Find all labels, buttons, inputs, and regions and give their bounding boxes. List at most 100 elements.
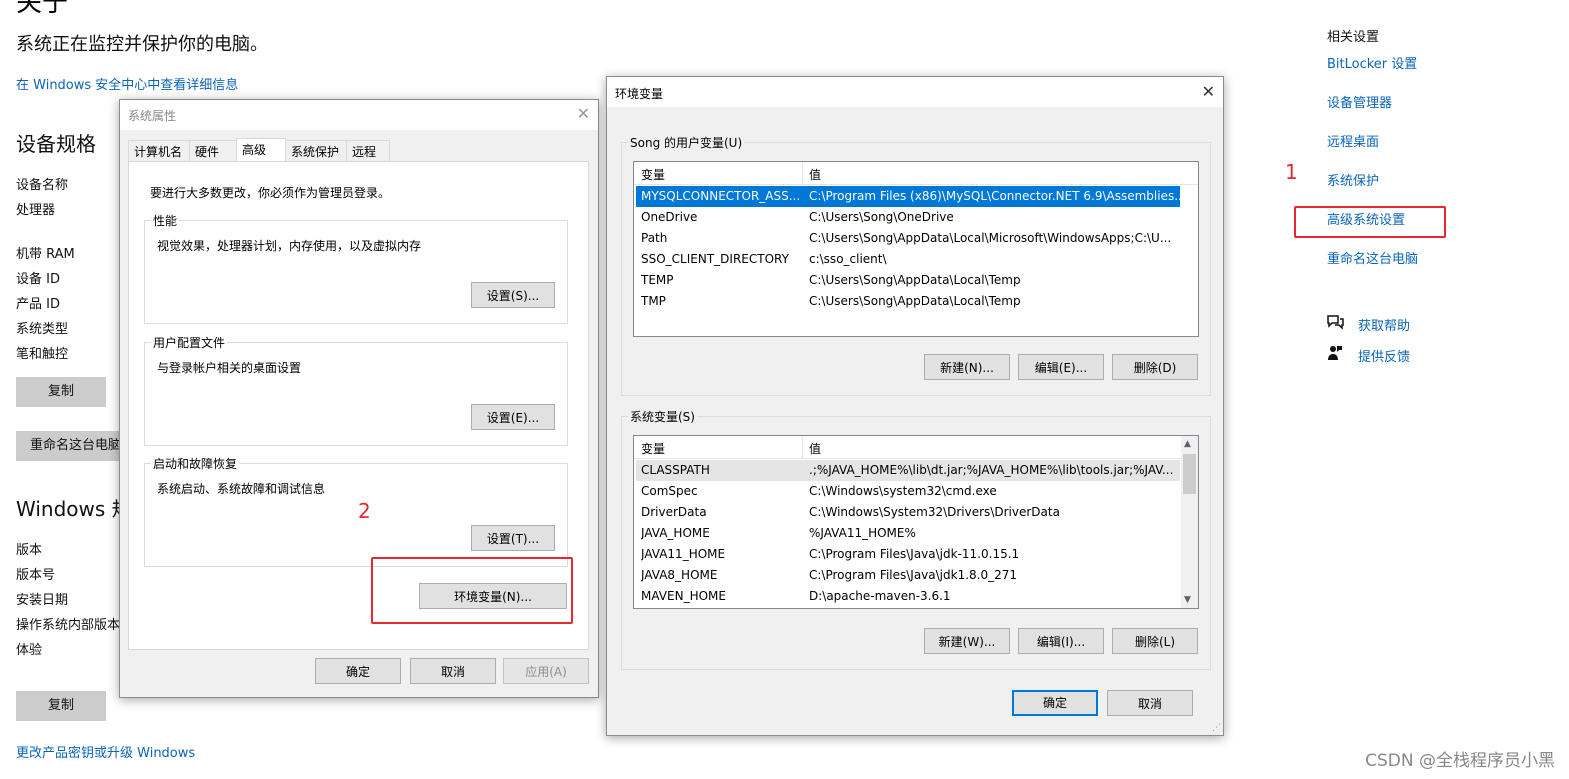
system-list-header: 变量 值 [634, 436, 1181, 459]
tab-remote[interactable]: 远程 [346, 140, 390, 162]
device-label-system-type: 系统类型 [16, 322, 69, 337]
security-center-link[interactable]: 在 Windows 安全中心中查看详细信息 [16, 74, 238, 93]
windows-label-os-build: 操作系统内部版本 [16, 618, 120, 633]
user-var-row[interactable]: Path C:\Users\Song\AppData\Local\Microsof… [636, 228, 1180, 249]
performance-group: 性能 视觉效果，处理器计划，内存使用，以及虚拟内存 设置(S)... [144, 212, 568, 324]
user-new-button[interactable]: 新建(N)... [924, 354, 1010, 380]
device-specs-heading: 设备规格 [16, 132, 96, 156]
system-protection-link[interactable]: 系统保护 [1327, 170, 1379, 189]
user-profiles-settings-button[interactable]: 设置(E)... [471, 404, 555, 430]
watermark: CSDN @全栈程序员小黑 [1365, 751, 1555, 771]
resize-grip-icon[interactable]: ⋰ [1212, 723, 1221, 733]
system-variables-list: 变量 值 CLASSPATH .;%JAVA_HOME%\lib\dt.jar;%… [633, 435, 1199, 609]
page-title: 关于 [16, 0, 69, 18]
annotation-number-1: 1 [1285, 160, 1298, 184]
system-var-row[interactable]: JAVA11_HOME C:\Program Files\Java\jdk-11.… [636, 544, 1180, 565]
device-label-device-id: 设备 ID [16, 272, 60, 287]
user-variables-label: Song 的用户变量(U) [628, 134, 745, 151]
scroll-up-icon[interactable]: ▲ [1184, 439, 1191, 449]
help-icon [1326, 314, 1344, 334]
user-variables-list: 变量 值 MYSQLCONNECTOR_ASS... C:\Program Fil… [633, 161, 1199, 337]
user-delete-button[interactable]: 删除(D) [1112, 354, 1198, 380]
tab-system-protection[interactable]: 系统保护 [285, 140, 347, 162]
system-var-row[interactable]: CLASSPATH .;%JAVA_HOME%\lib\dt.jar;%JAVA_… [636, 460, 1180, 481]
user-var-row[interactable]: TEMP C:\Users\Song\AppData\Local\Temp [636, 270, 1180, 291]
system-variables-label: 系统变量(S) [628, 408, 697, 425]
admin-note: 要进行大多数更改，你必须作为管理员登录。 [150, 186, 391, 200]
column-variable[interactable]: 变量 [641, 166, 665, 183]
system-new-button[interactable]: 新建(W)... [924, 628, 1010, 654]
windows-label-version: 版本号 [16, 568, 56, 583]
column-value[interactable]: 值 [809, 440, 821, 457]
envvars-ok-button[interactable]: 确定 [1012, 690, 1098, 716]
sysprops-title-bar: 系统属性 ✕ [120, 100, 598, 130]
rename-pc-button[interactable]: 重命名这台电脑 [16, 431, 126, 461]
windows-label-experience: 体验 [16, 643, 43, 658]
system-list-scrollbar[interactable]: ▲ ▼ [1181, 436, 1198, 608]
performance-settings-button[interactable]: 设置(S)... [471, 282, 555, 308]
bitlocker-link[interactable]: BitLocker 设置 [1327, 53, 1417, 72]
annotation-box-advanced-settings [1294, 206, 1446, 238]
user-profiles-group: 用户配置文件 与登录帐户相关的桌面设置 设置(E)... [144, 334, 568, 446]
column-value[interactable]: 值 [809, 166, 821, 183]
scroll-thumb[interactable] [1183, 454, 1196, 494]
rename-pc-link[interactable]: 重命名这台电脑 [1327, 248, 1418, 267]
system-delete-button[interactable]: 删除(L) [1112, 628, 1198, 654]
device-label-ram: 机带 RAM [16, 247, 75, 262]
annotation-box-env-button [371, 557, 573, 624]
environment-variables-dialog: 环境变量 ✕ Song 的用户变量(U) 变量 值 MYSQLCONNECTOR… [606, 76, 1224, 736]
startup-recovery-group: 启动和故障恢复 系统启动、系统故障和调试信息 设置(T)... [144, 455, 568, 567]
windows-label-install-date: 安装日期 [16, 593, 69, 608]
system-var-row[interactable]: DriverData C:\Windows\System32\Drivers\Dr… [636, 502, 1180, 523]
remote-desktop-link[interactable]: 远程桌面 [1327, 131, 1379, 150]
startup-recovery-settings-button[interactable]: 设置(T)... [471, 525, 555, 551]
tab-hardware[interactable]: 硬件 [189, 140, 237, 162]
system-edit-button[interactable]: 编辑(I)... [1018, 628, 1104, 654]
feedback-icon [1327, 345, 1343, 365]
sysprops-cancel-button[interactable]: 取消 [410, 658, 496, 684]
security-status-text: 系统正在监控并保护你的电脑。 [16, 34, 268, 55]
close-icon[interactable]: ✕ [577, 104, 590, 123]
scroll-down-icon[interactable]: ▼ [1184, 595, 1191, 605]
device-label-product-id: 产品 ID [16, 297, 60, 312]
get-help-link[interactable]: 获取帮助 [1358, 315, 1410, 334]
user-profiles-label: 用户配置文件 [151, 334, 228, 351]
user-list-header: 变量 值 [634, 162, 1198, 185]
user-profiles-desc: 与登录帐户相关的桌面设置 [157, 361, 302, 375]
user-var-row[interactable]: SSO_CLIENT_DIRECTORY c:\sso_client\ [636, 249, 1180, 270]
product-key-link[interactable]: 更改产品密钥或升级 Windows [16, 742, 195, 761]
system-variables-group: 系统变量(S) 变量 值 CLASSPATH .;%JAVA_HOME%\lib\… [621, 408, 1211, 670]
close-icon[interactable]: ✕ [1202, 82, 1215, 101]
user-var-row[interactable]: OneDrive C:\Users\Song\OneDrive [636, 207, 1180, 228]
copy-button[interactable]: 复制 [16, 377, 106, 407]
windows-specs-heading: Windows 规 [16, 497, 132, 521]
user-var-row[interactable]: MYSQLCONNECTOR_ASS... C:\Program Files (x… [636, 186, 1180, 207]
system-var-row[interactable]: MAVEN_HOME D:\apache-maven-3.6.1 [636, 586, 1180, 607]
tab-computer-name[interactable]: 计算机名 [128, 140, 190, 162]
system-var-row[interactable]: ComSpec C:\Windows\system32\cmd.exe [636, 481, 1180, 502]
device-label-processor: 处理器 [16, 203, 56, 218]
device-manager-link[interactable]: 设备管理器 [1327, 92, 1392, 111]
column-variable[interactable]: 变量 [641, 440, 665, 457]
related-settings-heading: 相关设置 [1327, 30, 1380, 45]
startup-recovery-label: 启动和故障恢复 [151, 455, 240, 472]
user-edit-button[interactable]: 编辑(E)... [1018, 354, 1104, 380]
system-var-row[interactable]: JAVA8_HOME C:\Program Files\Java\jdk1.8.0… [636, 565, 1180, 586]
device-label-name: 设备名称 [16, 178, 69, 193]
windows-label-edition: 版本 [16, 543, 43, 558]
sysprops-apply-button[interactable]: 应用(A) [503, 658, 589, 684]
copy-button-2[interactable]: 复制 [16, 691, 106, 721]
sysprops-title: 系统属性 [128, 109, 177, 123]
envvars-title: 环境变量 [615, 87, 664, 101]
device-label-pen-touch: 笔和触控 [16, 347, 69, 362]
user-variables-group: Song 的用户变量(U) 变量 值 MYSQLCONNECTOR_ASS...… [621, 134, 1211, 396]
annotation-number-2: 2 [358, 499, 371, 523]
user-var-row[interactable]: TMP C:\Users\Song\AppData\Local\Temp [636, 291, 1180, 312]
startup-recovery-desc: 系统启动、系统故障和调试信息 [157, 482, 326, 496]
envvars-title-bar: 环境变量 ✕ [607, 77, 1223, 107]
system-var-row[interactable]: JAVA_HOME %JAVA11_HOME% [636, 523, 1180, 544]
performance-desc: 视觉效果，处理器计划，内存使用，以及虚拟内存 [157, 239, 422, 253]
envvars-cancel-button[interactable]: 取消 [1107, 690, 1193, 716]
give-feedback-link[interactable]: 提供反馈 [1358, 346, 1410, 365]
sysprops-ok-button[interactable]: 确定 [315, 658, 401, 684]
